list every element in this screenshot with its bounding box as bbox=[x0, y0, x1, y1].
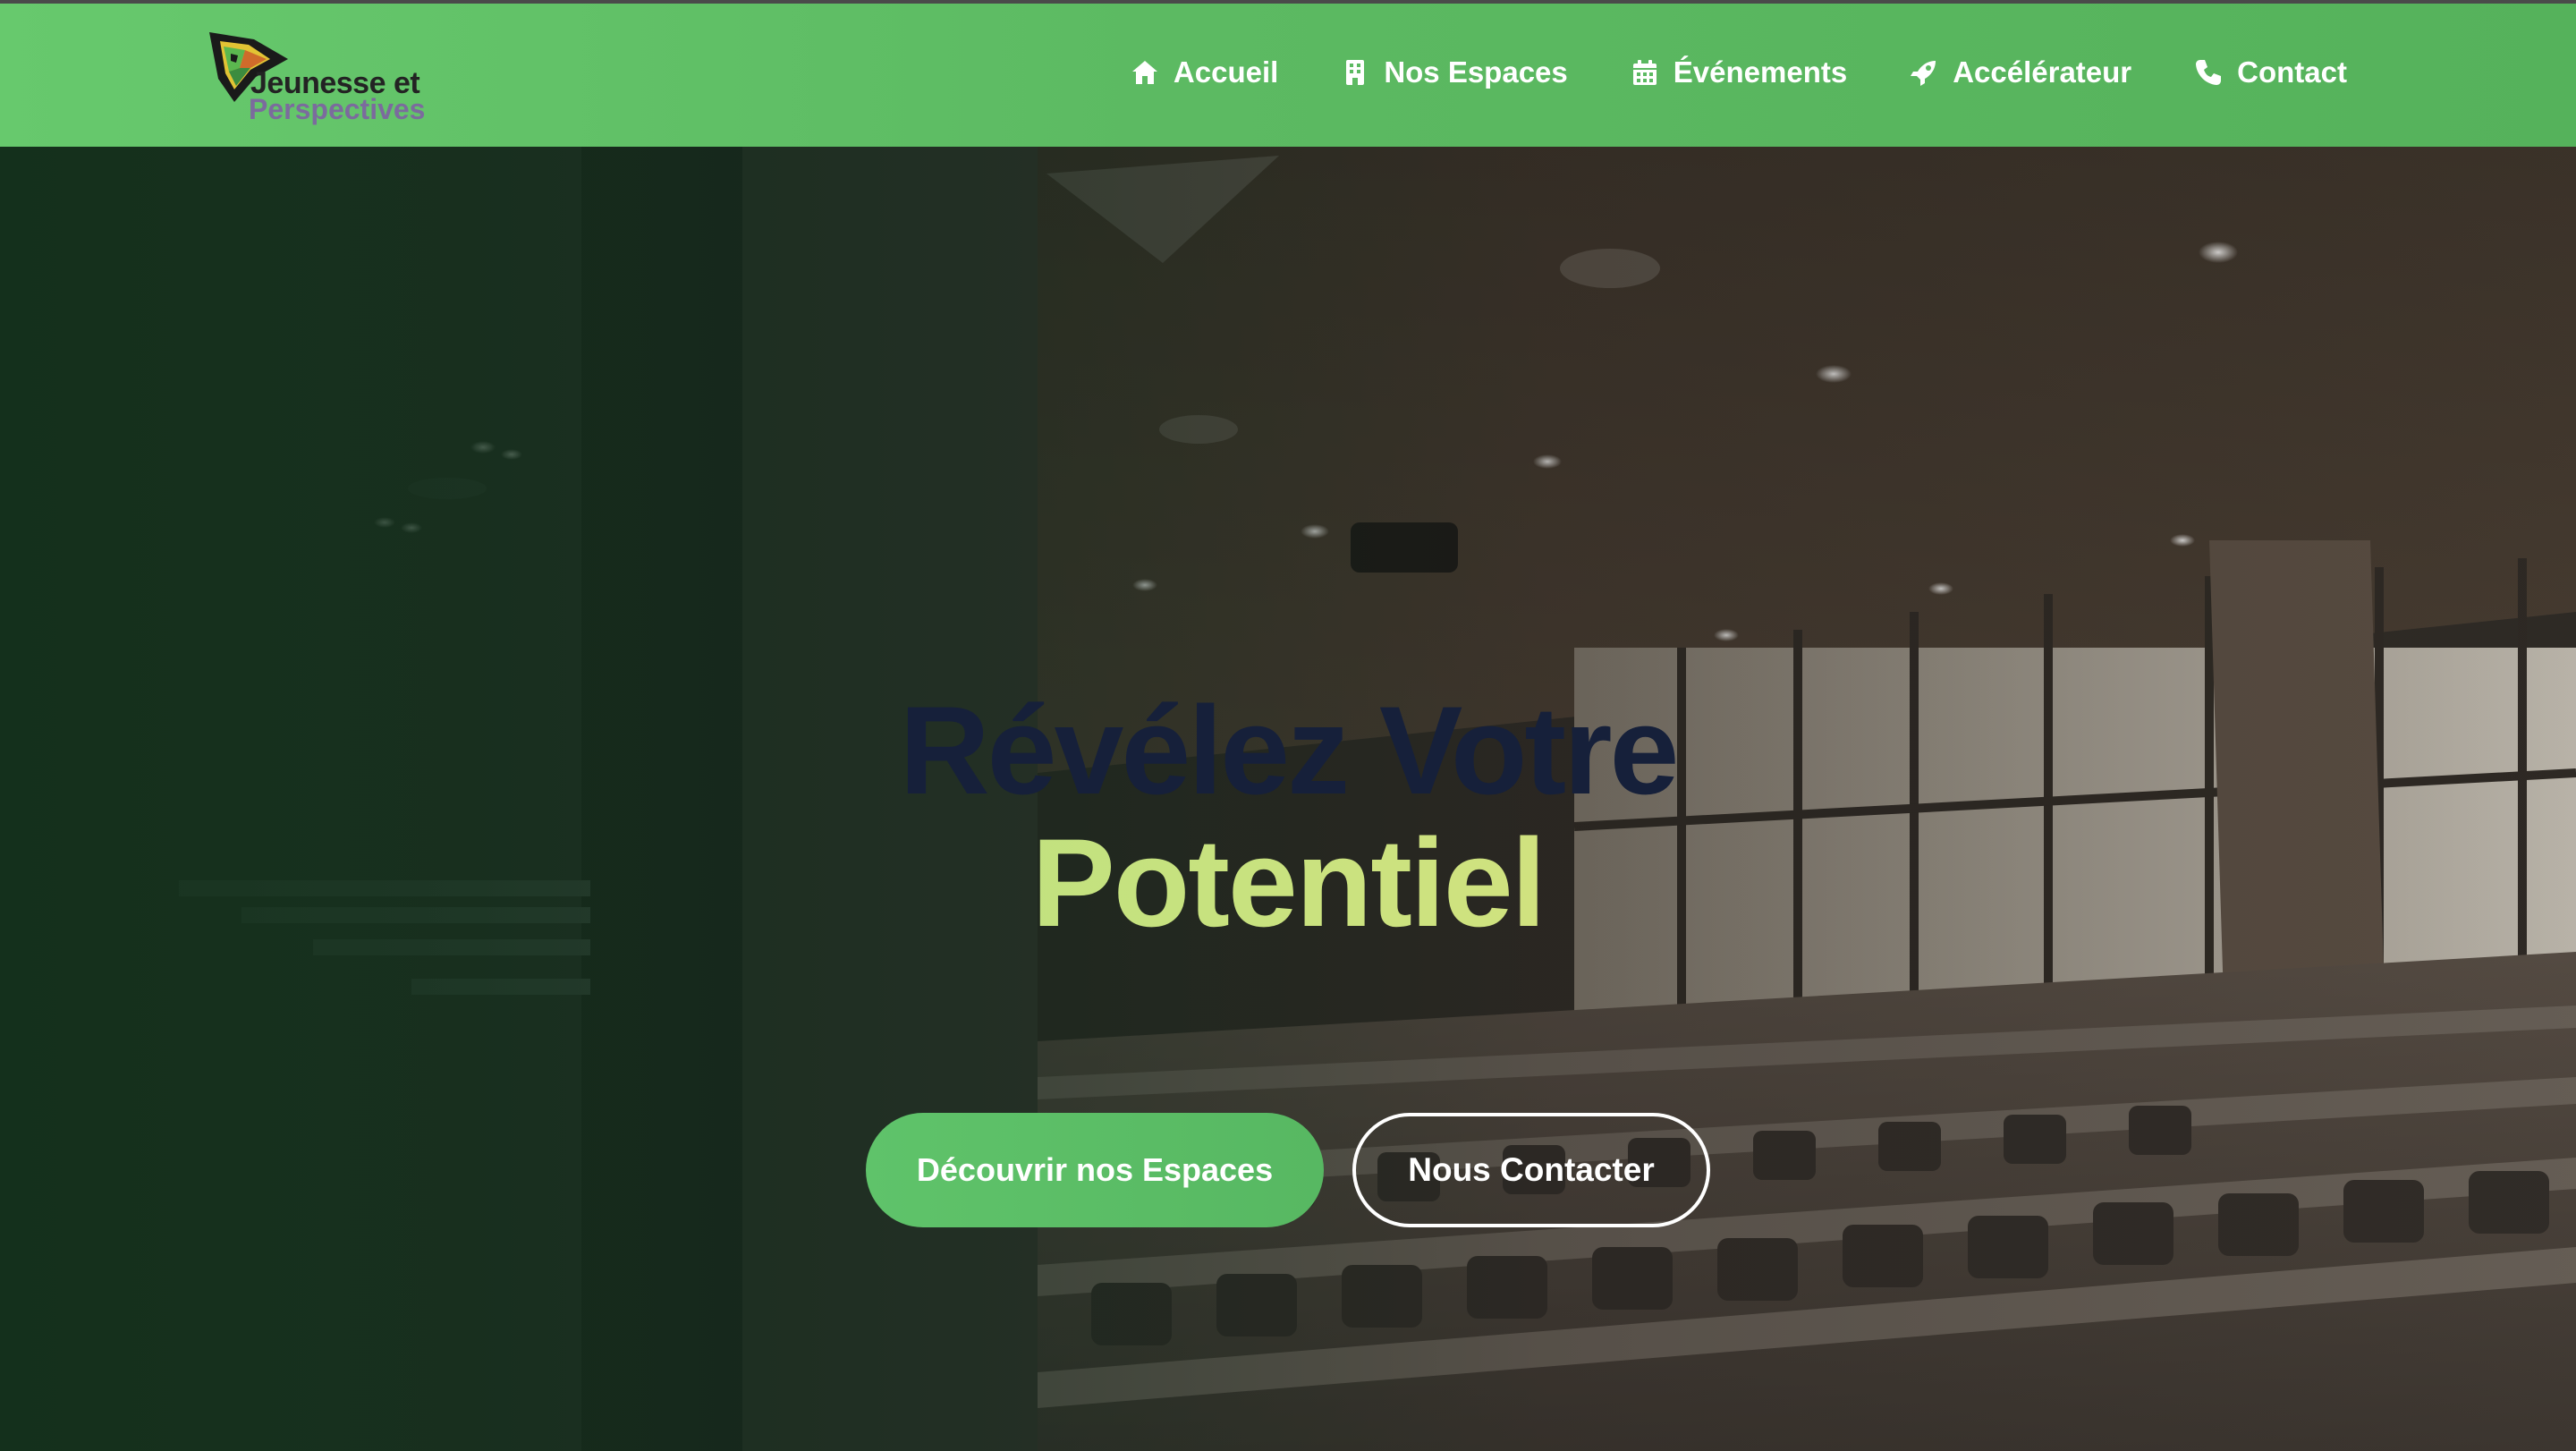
nav-item-accueil[interactable]: Accueil bbox=[1131, 55, 1278, 89]
nav-item-label: Événements bbox=[1673, 55, 1848, 89]
contact-us-button[interactable]: Nous Contacter bbox=[1352, 1113, 1710, 1227]
page: Jeunesse et Perspectives Accueil Nos Esp… bbox=[0, 0, 2576, 1451]
nav-item-label: Accueil bbox=[1173, 55, 1279, 89]
nav-item-label: Contact bbox=[2237, 55, 2347, 89]
building-icon bbox=[1341, 58, 1369, 87]
home-icon bbox=[1131, 58, 1159, 87]
rocket-icon bbox=[1910, 58, 1938, 87]
phone-icon bbox=[2194, 58, 2223, 87]
brand-name-line2: Perspectives bbox=[249, 93, 426, 125]
nav-item-evenements[interactable]: Événements bbox=[1631, 55, 1847, 89]
calendar-icon bbox=[1631, 58, 1659, 87]
nav-item-label: Nos Espaces bbox=[1384, 55, 1568, 89]
top-navbar: Jeunesse et Perspectives Accueil Nos Esp… bbox=[0, 0, 2576, 147]
nav-item-contact[interactable]: Contact bbox=[2194, 55, 2347, 89]
brand-logo[interactable]: Jeunesse et Perspectives bbox=[204, 27, 436, 132]
nav-item-label: Accélérateur bbox=[1953, 55, 2132, 89]
main-nav: Accueil Nos Espaces Événements Accélérat… bbox=[1131, 55, 2347, 89]
hero-title: Révélez Votre Potentiel bbox=[0, 684, 2576, 949]
nav-item-accelerateur[interactable]: Accélérateur bbox=[1910, 55, 2131, 89]
hero-title-line2: Potentiel bbox=[0, 817, 2576, 949]
hero-section: Révélez Votre Potentiel Découvrir nos Es… bbox=[0, 147, 2576, 1451]
hero-title-line1: Révélez Votre bbox=[899, 680, 1680, 821]
nav-item-nos-espaces[interactable]: Nos Espaces bbox=[1341, 55, 1568, 89]
discover-spaces-button[interactable]: Découvrir nos Espaces bbox=[866, 1113, 1324, 1227]
